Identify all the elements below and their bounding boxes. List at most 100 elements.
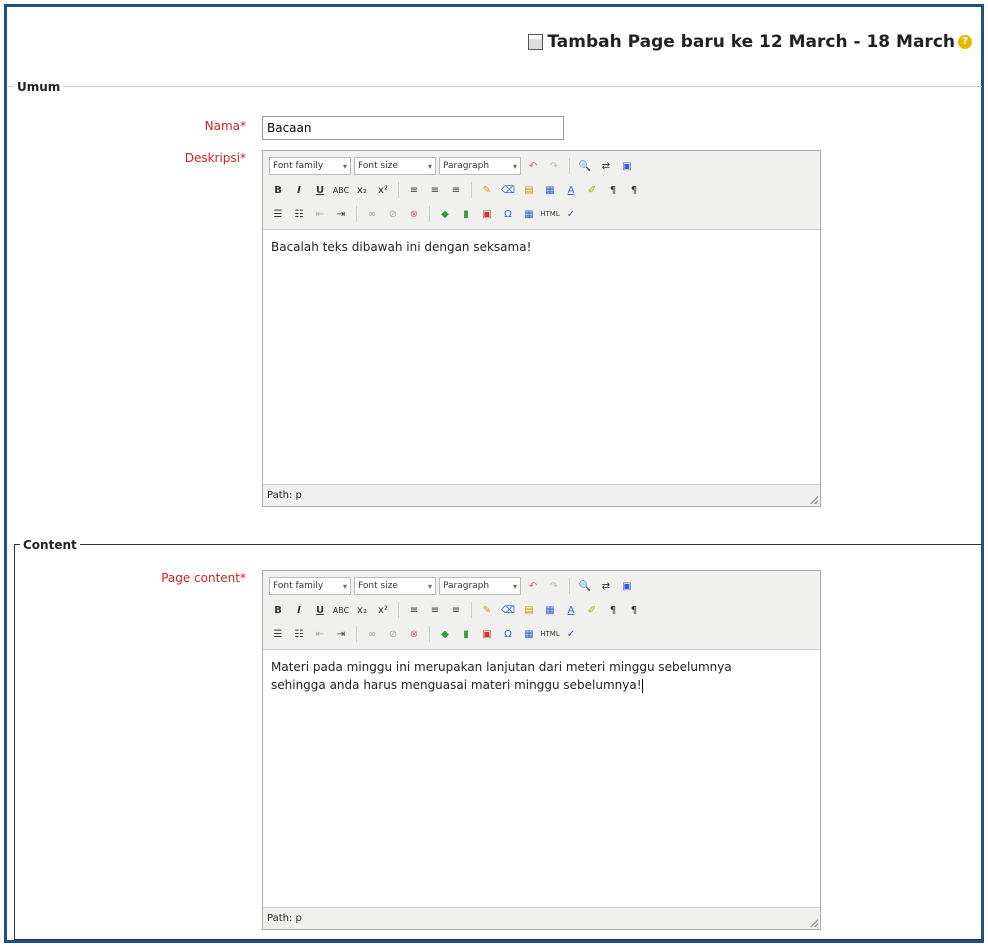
deskripsi-content-area[interactable]: Bacalah teks dibawah ini dengan seksama! xyxy=(263,230,820,264)
redo-icon[interactable]: ↷ xyxy=(545,577,563,595)
replace-icon[interactable]: ⇄ xyxy=(597,577,615,595)
equation-icon[interactable]: ▣ xyxy=(478,625,496,643)
link-icon[interactable]: ∞ xyxy=(363,625,381,643)
find-icon[interactable]: 🔍 xyxy=(576,157,594,175)
help-icon[interactable]: ? xyxy=(958,35,972,49)
special-char-icon[interactable]: Ω xyxy=(499,205,517,223)
unlink-icon[interactable]: ⊘ xyxy=(384,625,402,643)
text-color-icon[interactable]: A xyxy=(562,601,580,619)
font-family-select[interactable]: Font family ▾ xyxy=(269,577,351,595)
indent-icon[interactable]: ⇥ xyxy=(332,205,350,223)
underline-icon[interactable]: U xyxy=(311,181,329,199)
chevron-down-icon: ▾ xyxy=(342,161,347,171)
align-left-icon[interactable]: ≡ xyxy=(405,181,423,199)
outdent-icon[interactable]: ⇤ xyxy=(311,205,329,223)
strikethrough-icon[interactable]: ABC xyxy=(332,181,350,199)
link-icon[interactable]: ∞ xyxy=(363,205,381,223)
bold-icon[interactable]: B xyxy=(269,181,287,199)
italic-icon[interactable]: I xyxy=(290,601,308,619)
highlight-color-icon[interactable]: ✐ xyxy=(583,601,601,619)
table-icon[interactable]: ▦ xyxy=(520,205,538,223)
indent-icon[interactable]: ⇥ xyxy=(332,625,350,643)
nolink-icon[interactable]: ⊗ xyxy=(405,625,423,643)
superscript-icon[interactable]: x² xyxy=(374,601,392,619)
spellcheck-icon[interactable]: ✓ xyxy=(562,625,580,643)
page-content-toolbar: Font family ▾ Font size ▾ Paragraph ▾ ↶ ↷ 🔍… xyxy=(263,571,820,650)
fullscreen-icon[interactable]: ▣ xyxy=(618,577,636,595)
undo-icon[interactable]: ↶ xyxy=(524,157,542,175)
text-color-icon[interactable]: A xyxy=(562,181,580,199)
unlink-icon[interactable]: ⊘ xyxy=(384,205,402,223)
font-size-value: Font size xyxy=(358,161,398,171)
font-family-select[interactable]: Font family ▾ xyxy=(269,157,351,175)
umum-legend: Umum xyxy=(14,80,64,94)
align-center-icon[interactable]: ≡ xyxy=(426,181,444,199)
page-content-line-2: sehingga anda harus menguasai materi min… xyxy=(271,676,812,694)
eraser-icon[interactable]: ⌫ xyxy=(499,601,517,619)
bullet-list-icon[interactable]: ☰ xyxy=(269,625,287,643)
align-right-icon[interactable]: ≡ xyxy=(447,181,465,199)
find-icon[interactable]: 🔍 xyxy=(576,577,594,595)
html-icon[interactable]: HTML xyxy=(540,205,559,223)
numbered-list-icon[interactable]: ☷ xyxy=(290,625,308,643)
underline-icon[interactable]: U xyxy=(311,601,329,619)
paste-text-icon[interactable]: ▤ xyxy=(520,181,538,199)
subscript-icon[interactable]: x₂ xyxy=(353,601,371,619)
format-value: Paragraph xyxy=(443,581,490,591)
numbered-list-icon[interactable]: ☷ xyxy=(290,205,308,223)
italic-icon[interactable]: I xyxy=(290,181,308,199)
resize-grip-icon[interactable] xyxy=(810,919,818,927)
paste-text-icon[interactable]: ▤ xyxy=(520,601,538,619)
font-family-value: Font family xyxy=(273,161,324,171)
rtl-icon[interactable]: ¶ xyxy=(625,181,643,199)
deskripsi-statusbar: Path: p xyxy=(263,484,820,506)
outdent-icon[interactable]: ⇤ xyxy=(311,625,329,643)
media-icon[interactable]: ▮ xyxy=(457,625,475,643)
fullscreen-icon[interactable]: ▣ xyxy=(618,157,636,175)
align-center-icon[interactable]: ≡ xyxy=(426,601,444,619)
page-content-line-1: Materi pada minggu ini merupakan lanjuta… xyxy=(271,660,732,674)
image-icon[interactable]: ◆ xyxy=(436,625,454,643)
deskripsi-path: Path: p xyxy=(267,490,302,501)
table-icon[interactable]: ▦ xyxy=(520,625,538,643)
resize-grip-icon[interactable] xyxy=(810,496,818,504)
chevron-down-icon: ▾ xyxy=(427,161,432,171)
redo-icon[interactable]: ↷ xyxy=(545,157,563,175)
undo-icon[interactable]: ↶ xyxy=(524,577,542,595)
paste-word-icon[interactable]: ▦ xyxy=(541,181,559,199)
align-right-icon[interactable]: ≡ xyxy=(447,601,465,619)
page-content-line-2-text: sehingga anda harus menguasai materi min… xyxy=(271,678,642,692)
spellcheck-icon[interactable]: ✓ xyxy=(562,205,580,223)
media-icon[interactable]: ▮ xyxy=(457,205,475,223)
font-family-value: Font family xyxy=(273,581,324,591)
subscript-icon[interactable]: x₂ xyxy=(353,181,371,199)
format-select[interactable]: Paragraph ▾ xyxy=(439,577,521,595)
nama-label: Nama* xyxy=(204,119,246,133)
cleanup-icon[interactable]: ✎ xyxy=(478,181,496,199)
special-char-icon[interactable]: Ω xyxy=(499,625,517,643)
replace-icon[interactable]: ⇄ xyxy=(597,157,615,175)
cleanup-icon[interactable]: ✎ xyxy=(478,601,496,619)
nolink-icon[interactable]: ⊗ xyxy=(405,205,423,223)
font-size-select[interactable]: Font size ▾ xyxy=(354,577,436,595)
format-select[interactable]: Paragraph ▾ xyxy=(439,157,521,175)
rtl-icon[interactable]: ¶ xyxy=(625,601,643,619)
font-size-select[interactable]: Font size ▾ xyxy=(354,157,436,175)
page-content-area[interactable]: Materi pada minggu ini merupakan lanjuta… xyxy=(263,650,820,702)
highlight-color-icon[interactable]: ✐ xyxy=(583,181,601,199)
ltr-icon[interactable]: ¶ xyxy=(604,601,622,619)
image-icon[interactable]: ◆ xyxy=(436,205,454,223)
page-content-editor[interactable]: Font family ▾ Font size ▾ Paragraph ▾ ↶ ↷ 🔍… xyxy=(262,570,821,930)
nama-input[interactable] xyxy=(262,116,564,140)
equation-icon[interactable]: ▣ xyxy=(478,205,496,223)
bold-icon[interactable]: B xyxy=(269,601,287,619)
paste-word-icon[interactable]: ▦ xyxy=(541,601,559,619)
ltr-icon[interactable]: ¶ xyxy=(604,181,622,199)
deskripsi-editor[interactable]: Font family ▾ Font size ▾ Paragraph ▾ ↶ ↷ 🔍… xyxy=(262,150,821,507)
superscript-icon[interactable]: x² xyxy=(374,181,392,199)
align-left-icon[interactable]: ≡ xyxy=(405,601,423,619)
html-icon[interactable]: HTML xyxy=(540,625,559,643)
eraser-icon[interactable]: ⌫ xyxy=(499,181,517,199)
bullet-list-icon[interactable]: ☰ xyxy=(269,205,287,223)
strikethrough-icon[interactable]: ABC xyxy=(332,601,350,619)
